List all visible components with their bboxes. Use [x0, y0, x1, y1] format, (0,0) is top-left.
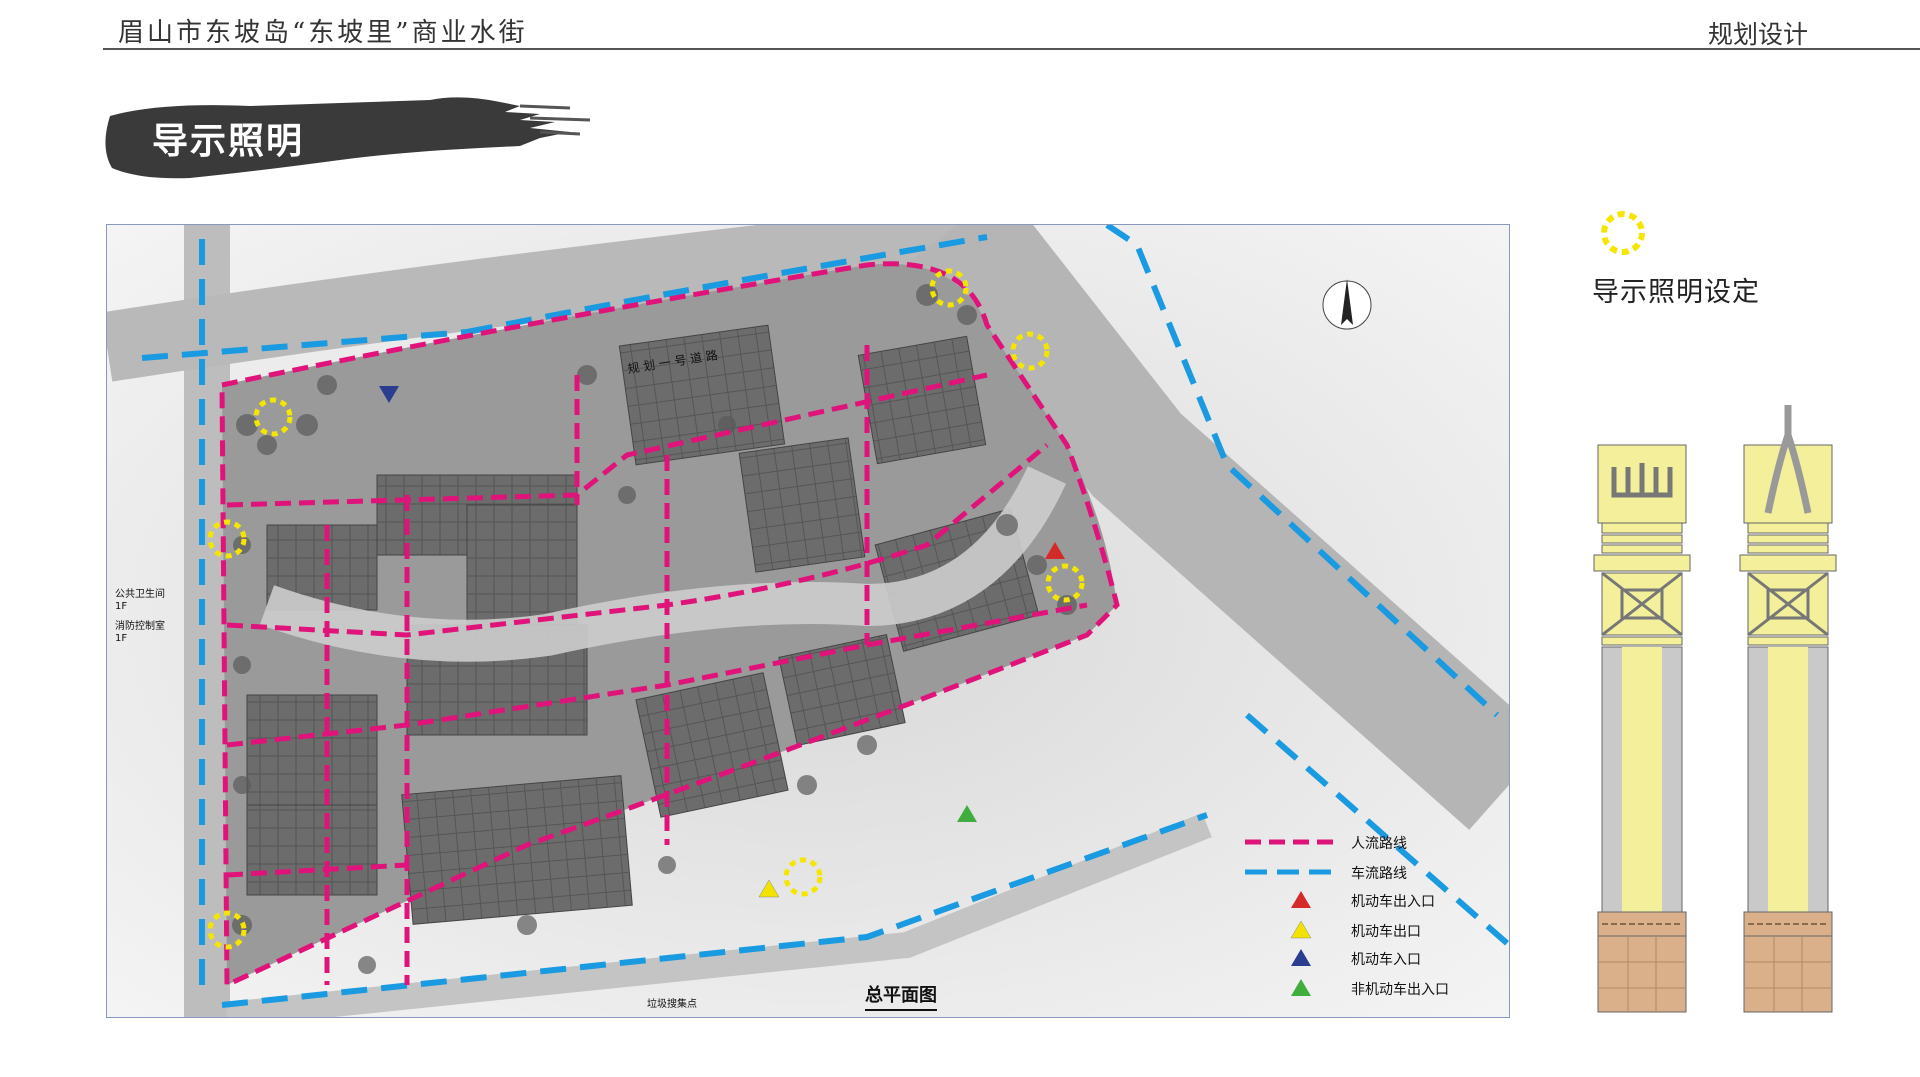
- blue-triangle-icon: [1291, 949, 1311, 966]
- dashed-yellow-circle-icon: [1601, 211, 1645, 255]
- lighting-setting-label: 导示照明设定: [1592, 277, 1760, 308]
- guide-light-pillar-2: [1739, 405, 1837, 1013]
- garbage-point-label: 垃圾搜集点: [647, 999, 697, 1010]
- header-divider: [103, 48, 1920, 50]
- side-label-floor-2: 1F: [115, 633, 128, 644]
- yellow-triangle-icon: [1290, 920, 1312, 939]
- side-label-toilet: 公共卫生间: [115, 589, 165, 600]
- green-triangle-icon: [1291, 979, 1311, 996]
- page-title: 导示照明: [152, 121, 305, 162]
- guide-light-pillar-1: [1593, 444, 1691, 1013]
- side-label-floor-1: 1F: [115, 601, 128, 612]
- site-plan-map: 规 划 一 号 道 路 公共卫生间 1F 消防控制室 1F 垃圾搜集点 总平面图…: [106, 224, 1510, 1018]
- section-label: 规划设计: [1707, 20, 1808, 49]
- red-triangle-icon: [1291, 891, 1311, 908]
- project-title: 眉山市东坡岛“东坡里”商业水街: [118, 18, 528, 48]
- side-label-fire-control: 消防控制室: [115, 621, 165, 632]
- map-caption: 总平面图: [865, 981, 937, 1011]
